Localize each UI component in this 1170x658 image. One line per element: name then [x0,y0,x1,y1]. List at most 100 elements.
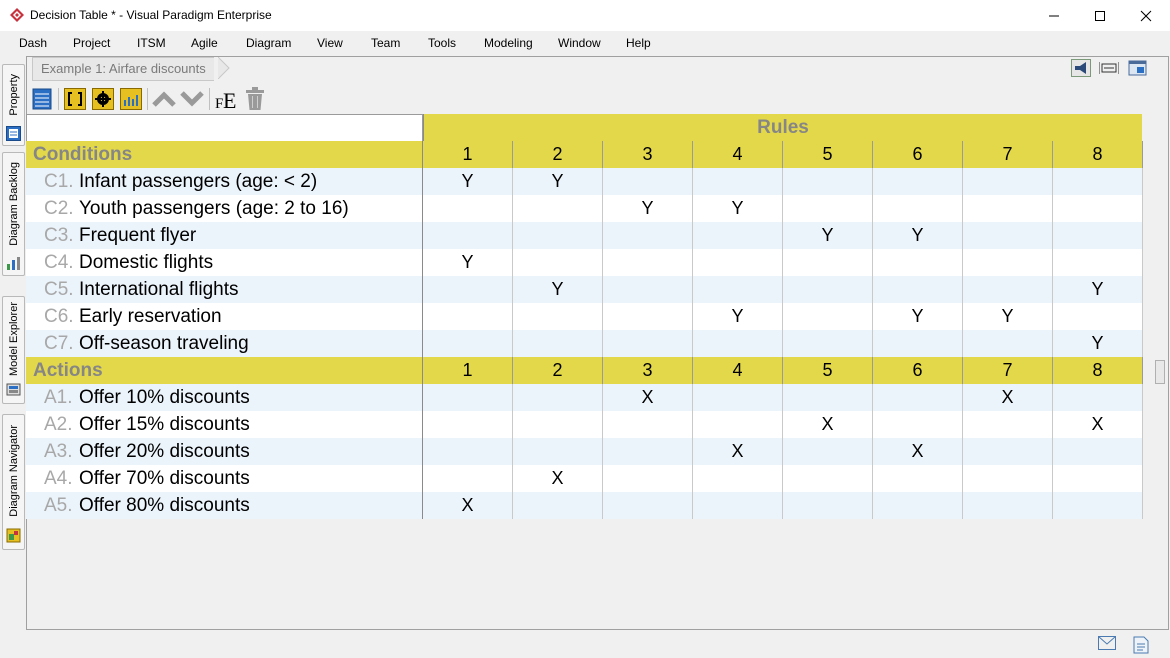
condition-value-cell[interactable] [693,276,783,303]
menu-agile[interactable]: Agile [191,36,218,50]
action-value-cell[interactable] [693,384,783,411]
condition-value-cell[interactable] [513,330,603,357]
condition-value-cell[interactable] [603,276,693,303]
condition-label-cell[interactable]: C4.Domestic flights [26,249,423,276]
action-value-cell[interactable] [873,492,963,519]
condition-value-cell[interactable] [603,222,693,249]
condition-label-cell[interactable]: C7.Off-season traveling [26,330,423,357]
action-value-cell[interactable] [783,384,873,411]
menu-diagram[interactable]: Diagram [246,36,291,50]
action-value-cell[interactable] [783,438,873,465]
tab-property[interactable]: Property [2,64,25,146]
condition-value-cell[interactable]: Y [423,168,513,195]
action-row[interactable]: A2.Offer 15% discounts X X [26,411,1142,438]
menu-window[interactable]: Window [558,36,601,50]
condition-value-cell[interactable] [693,330,783,357]
condition-value-cell[interactable]: Y [1053,330,1143,357]
condition-value-cell[interactable] [423,222,513,249]
condition-value-cell[interactable] [423,303,513,330]
condition-value-cell[interactable] [1053,222,1143,249]
condition-value-cell[interactable] [1053,249,1143,276]
condition-value-cell[interactable] [1053,195,1143,222]
condition-value-cell[interactable] [783,276,873,303]
action-value-cell[interactable] [513,384,603,411]
condition-value-cell[interactable] [423,330,513,357]
action-value-cell[interactable] [513,411,603,438]
action-value-cell[interactable]: X [783,411,873,438]
brackets-button[interactable] [63,87,87,111]
chart-button[interactable] [119,87,143,111]
action-value-cell[interactable] [963,492,1053,519]
condition-value-cell[interactable]: Y [873,222,963,249]
action-value-cell[interactable] [693,411,783,438]
fit-button[interactable] [1098,58,1120,78]
action-row[interactable]: A1.Offer 10% discountsXX [26,384,1142,411]
action-value-cell[interactable]: X [603,384,693,411]
condition-value-cell[interactable] [783,303,873,330]
condition-row[interactable]: C3.Frequent flyerYY [26,222,1142,249]
condition-value-cell[interactable] [783,168,873,195]
menu-help[interactable]: Help [626,36,651,50]
condition-value-cell[interactable] [873,330,963,357]
condition-value-cell[interactable]: Y [423,249,513,276]
maximize-button[interactable] [1077,0,1123,31]
condition-label-cell[interactable]: C1.Infant passengers (age: < 2) [26,168,423,195]
condition-value-cell[interactable] [513,222,603,249]
action-value-cell[interactable] [423,465,513,492]
condition-value-cell[interactable]: Y [513,168,603,195]
condition-value-cell[interactable] [783,195,873,222]
action-value-cell[interactable] [873,411,963,438]
delete-button[interactable] [243,87,267,111]
condition-label-cell[interactable]: C6.Early reservation [26,303,423,330]
condition-value-cell[interactable] [513,195,603,222]
condition-value-cell[interactable] [603,168,693,195]
menu-dash[interactable]: Dash [19,36,47,50]
action-value-cell[interactable] [1053,438,1143,465]
condition-value-cell[interactable] [603,303,693,330]
mail-button[interactable] [1098,636,1116,652]
condition-value-cell[interactable] [603,249,693,276]
action-value-cell[interactable] [873,384,963,411]
announce-button[interactable] [1070,58,1092,78]
condition-value-cell[interactable] [963,276,1053,303]
condition-value-cell[interactable] [513,303,603,330]
condition-value-cell[interactable] [873,276,963,303]
condition-value-cell[interactable]: Y [783,222,873,249]
condition-value-cell[interactable]: Y [693,195,783,222]
move-up-button[interactable] [152,87,176,111]
settings-button[interactable] [91,87,115,111]
condition-value-cell[interactable] [963,249,1053,276]
menu-tools[interactable]: Tools [428,36,456,50]
splitter-handle[interactable] [1155,360,1165,384]
minimize-button[interactable] [1031,0,1077,31]
action-label-cell[interactable]: A2.Offer 15% discounts [26,411,423,438]
action-value-cell[interactable] [783,492,873,519]
action-value-cell[interactable] [603,465,693,492]
condition-value-cell[interactable]: Y [603,195,693,222]
condition-row[interactable]: C5.International flightsYY [26,276,1142,303]
menu-team[interactable]: Team [371,36,400,50]
action-value-cell[interactable]: X [873,438,963,465]
action-value-cell[interactable] [423,438,513,465]
action-value-cell[interactable] [513,438,603,465]
action-value-cell[interactable] [603,492,693,519]
action-value-cell[interactable]: X [1053,411,1143,438]
menu-view[interactable]: View [317,36,343,50]
condition-value-cell[interactable] [513,249,603,276]
condition-row[interactable]: C6.Early reservationYYY [26,303,1142,330]
action-row[interactable]: A4.Offer 70% discountsX [26,465,1142,492]
condition-value-cell[interactable] [1053,168,1143,195]
action-value-cell[interactable] [873,465,963,492]
table-button[interactable] [30,87,54,111]
condition-value-cell[interactable] [873,249,963,276]
menu-itsm[interactable]: ITSM [137,36,166,50]
condition-value-cell[interactable] [873,168,963,195]
action-value-cell[interactable]: X [513,465,603,492]
document-button[interactable] [1133,636,1151,652]
tab-model-explorer[interactable]: Model Explorer [2,296,25,404]
condition-value-cell[interactable]: Y [873,303,963,330]
condition-label-cell[interactable]: C5.International flights [26,276,423,303]
tab-diagram-backlog[interactable]: Diagram Backlog [2,152,25,276]
condition-value-cell[interactable] [873,195,963,222]
condition-value-cell[interactable] [963,222,1053,249]
